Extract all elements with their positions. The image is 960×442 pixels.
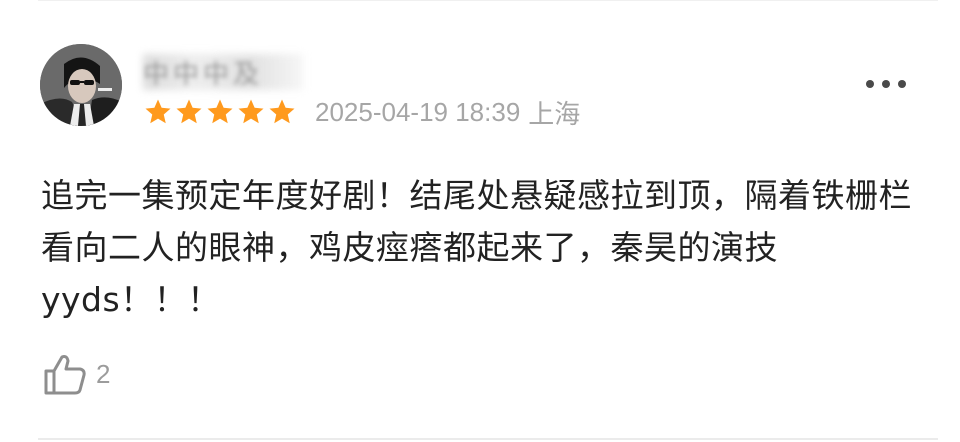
comment-meta: 2025-04-19 18:39 上海	[315, 96, 581, 129]
star-rating	[143, 94, 297, 130]
thumbs-up-icon	[44, 355, 86, 395]
username[interactable]: 中中中及	[143, 54, 303, 90]
like-button[interactable]: 2	[42, 350, 110, 398]
top-divider	[38, 0, 938, 1]
comment-location: 上海	[528, 98, 581, 129]
comment-text: 追完一集预定年度好剧！结尾处悬疑感拉到顶，隔着铁栅栏看向二人的眼神，鸡皮痙瘩都起…	[41, 176, 912, 319]
star-icon	[269, 99, 295, 124]
like-count: 2	[96, 358, 111, 389]
star-icon	[238, 99, 264, 124]
comment-date: 2025-04-19 18:39	[315, 96, 521, 127]
avatar-image	[40, 44, 122, 126]
more-dots-icon	[882, 80, 890, 88]
star-icon	[145, 99, 171, 124]
username-text: 中中中及	[143, 59, 264, 90]
avatar[interactable]	[40, 44, 122, 126]
star-icon	[207, 99, 233, 124]
more-dots-icon	[866, 80, 874, 88]
star-icon	[176, 99, 202, 124]
more-options-button[interactable]	[866, 74, 906, 94]
more-dots-icon	[898, 80, 906, 88]
bottom-divider	[38, 438, 938, 440]
